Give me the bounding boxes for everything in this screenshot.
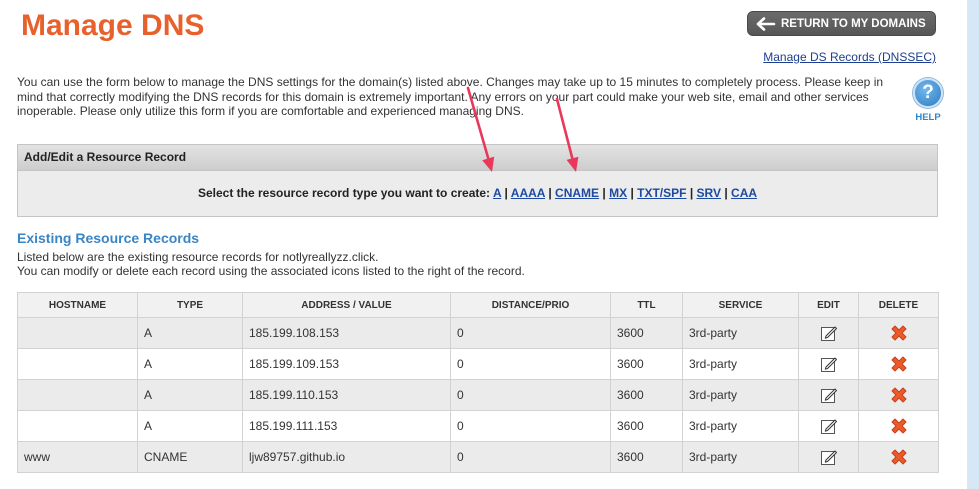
page-title: Manage DNS <box>21 9 205 42</box>
add-edit-record-panel: Add/Edit a Resource Record Select the re… <box>17 144 938 217</box>
type-cell: A <box>137 348 243 380</box>
delete-icon[interactable] <box>889 385 909 405</box>
type-cell: CNAME <box>137 441 243 473</box>
hostname-cell: www <box>17 441 138 473</box>
column-header-service: SERVICE <box>682 292 799 318</box>
separator: | <box>630 186 634 200</box>
edit-cell <box>798 410 859 442</box>
existing-desc-line: Listed below are the existing resource r… <box>17 250 379 264</box>
distance-cell: 0 <box>450 379 611 411</box>
table-row: www CNAME ljw89757.github.io 0 3600 3rd-… <box>17 441 939 473</box>
distance-cell: 0 <box>450 348 611 380</box>
service-cell: 3rd-party <box>682 348 799 380</box>
address-cell: 185.199.111.153 <box>242 410 451 442</box>
records-table: HOSTNAME TYPE ADDRESS / VALUE DISTANCE/P… <box>17 292 939 473</box>
column-header-edit: EDIT <box>798 292 859 318</box>
ttl-cell: 3600 <box>610 348 683 380</box>
column-header-distance: DISTANCE/PRIO <box>450 292 611 318</box>
delete-cell <box>858 410 939 442</box>
record-type-link-cname[interactable]: CNAME <box>555 186 599 200</box>
delete-cell <box>858 441 939 473</box>
record-type-link-txt-spf[interactable]: TXT/SPF <box>637 186 686 200</box>
delete-icon[interactable] <box>889 416 909 436</box>
return-button-label: RETURN TO MY DOMAINS <box>781 17 926 30</box>
separator: | <box>548 186 552 200</box>
edit-cell <box>798 441 859 473</box>
help-label[interactable]: HELP <box>913 112 943 124</box>
table-row: A 185.199.109.153 0 3600 3rd-party <box>17 348 939 380</box>
column-header-delete: DELETE <box>858 292 939 318</box>
distance-cell: 0 <box>450 410 611 442</box>
separator: | <box>504 186 508 200</box>
intro-line: You can use the form below to manage the… <box>17 75 884 89</box>
hostname-cell <box>17 317 138 349</box>
separator: | <box>724 186 728 200</box>
address-cell: ljw89757.github.io <box>242 441 451 473</box>
table-row: A 185.199.108.153 0 3600 3rd-party <box>17 317 939 349</box>
delete-cell <box>858 379 939 411</box>
record-type-selector: Select the resource record type you want… <box>18 171 937 216</box>
separator: | <box>602 186 606 200</box>
type-cell: A <box>137 410 243 442</box>
separator: | <box>689 186 694 200</box>
edit-icon[interactable] <box>820 386 838 404</box>
type-cell: A <box>137 317 243 349</box>
delete-cell <box>858 317 939 349</box>
column-header-ttl: TTL <box>610 292 683 318</box>
record-type-link-a[interactable]: A <box>493 186 501 200</box>
edit-cell <box>798 379 859 411</box>
manage-ds-records-link[interactable]: Manage DS Records (DNSSEC) <box>763 50 936 64</box>
edit-icon[interactable] <box>820 324 838 342</box>
hostname-cell <box>17 410 138 442</box>
service-cell: 3rd-party <box>682 379 799 411</box>
existing-records-heading: Existing Resource Records <box>17 230 200 246</box>
help-icon[interactable]: ? <box>913 78 943 108</box>
ttl-cell: 3600 <box>610 410 683 442</box>
hostname-cell <box>17 348 138 380</box>
intro-paragraph: You can use the form below to manage the… <box>17 75 902 119</box>
existing-desc-line: You can modify or delete each record usi… <box>17 264 525 278</box>
table-row: A 185.199.110.153 0 3600 3rd-party <box>17 379 939 411</box>
intro-line: mind that correctly modifying the DNS re… <box>17 89 869 104</box>
service-cell: 3rd-party <box>682 317 799 349</box>
record-type-prompt: Select the resource record type you want… <box>197 186 491 200</box>
manage-dns-page: Manage DNS RETURN TO MY DOMAINS Manage D… <box>0 0 979 489</box>
edit-cell <box>798 348 859 380</box>
service-cell: 3rd-party <box>682 441 799 473</box>
distance-cell: 0 <box>450 441 611 473</box>
delete-cell <box>858 348 939 380</box>
edit-icon[interactable] <box>820 417 838 435</box>
distance-cell: 0 <box>450 317 611 349</box>
type-cell: A <box>137 379 243 411</box>
ttl-cell: 3600 <box>610 379 683 411</box>
return-to-domains-button[interactable]: RETURN TO MY DOMAINS <box>747 11 936 36</box>
record-type-link-caa[interactable]: CAA <box>731 186 757 200</box>
arrow-left-icon <box>756 16 776 31</box>
hostname-cell <box>17 379 138 411</box>
record-type-link-mx[interactable]: MX <box>609 186 627 200</box>
page-side-background <box>967 0 979 489</box>
delete-icon[interactable] <box>889 323 909 343</box>
column-header-address: ADDRESS / VALUE <box>242 292 451 318</box>
edit-cell <box>798 317 859 349</box>
record-type-link-aaaa[interactable]: AAAA <box>511 186 545 200</box>
table-header-row: HOSTNAME TYPE ADDRESS / VALUE DISTANCE/P… <box>17 292 939 318</box>
edit-icon[interactable] <box>820 355 838 373</box>
service-cell: 3rd-party <box>682 410 799 442</box>
delete-icon[interactable] <box>889 447 909 467</box>
ttl-cell: 3600 <box>610 441 683 473</box>
existing-records-description: Listed below are the existing resource r… <box>17 250 525 278</box>
intro-line: inoperable. Please only utilize this for… <box>17 104 524 118</box>
column-header-type: TYPE <box>137 292 243 318</box>
record-type-link-srv[interactable]: SRV <box>697 186 721 200</box>
address-cell: 185.199.109.153 <box>242 348 451 380</box>
delete-icon[interactable] <box>889 354 909 374</box>
address-cell: 185.199.108.153 <box>242 317 451 349</box>
address-cell: 185.199.110.153 <box>242 379 451 411</box>
table-row: A 185.199.111.153 0 3600 3rd-party <box>17 410 939 442</box>
ttl-cell: 3600 <box>610 317 683 349</box>
edit-icon[interactable] <box>820 448 838 466</box>
column-header-hostname: HOSTNAME <box>17 292 138 318</box>
add-edit-record-title: Add/Edit a Resource Record <box>18 145 937 171</box>
